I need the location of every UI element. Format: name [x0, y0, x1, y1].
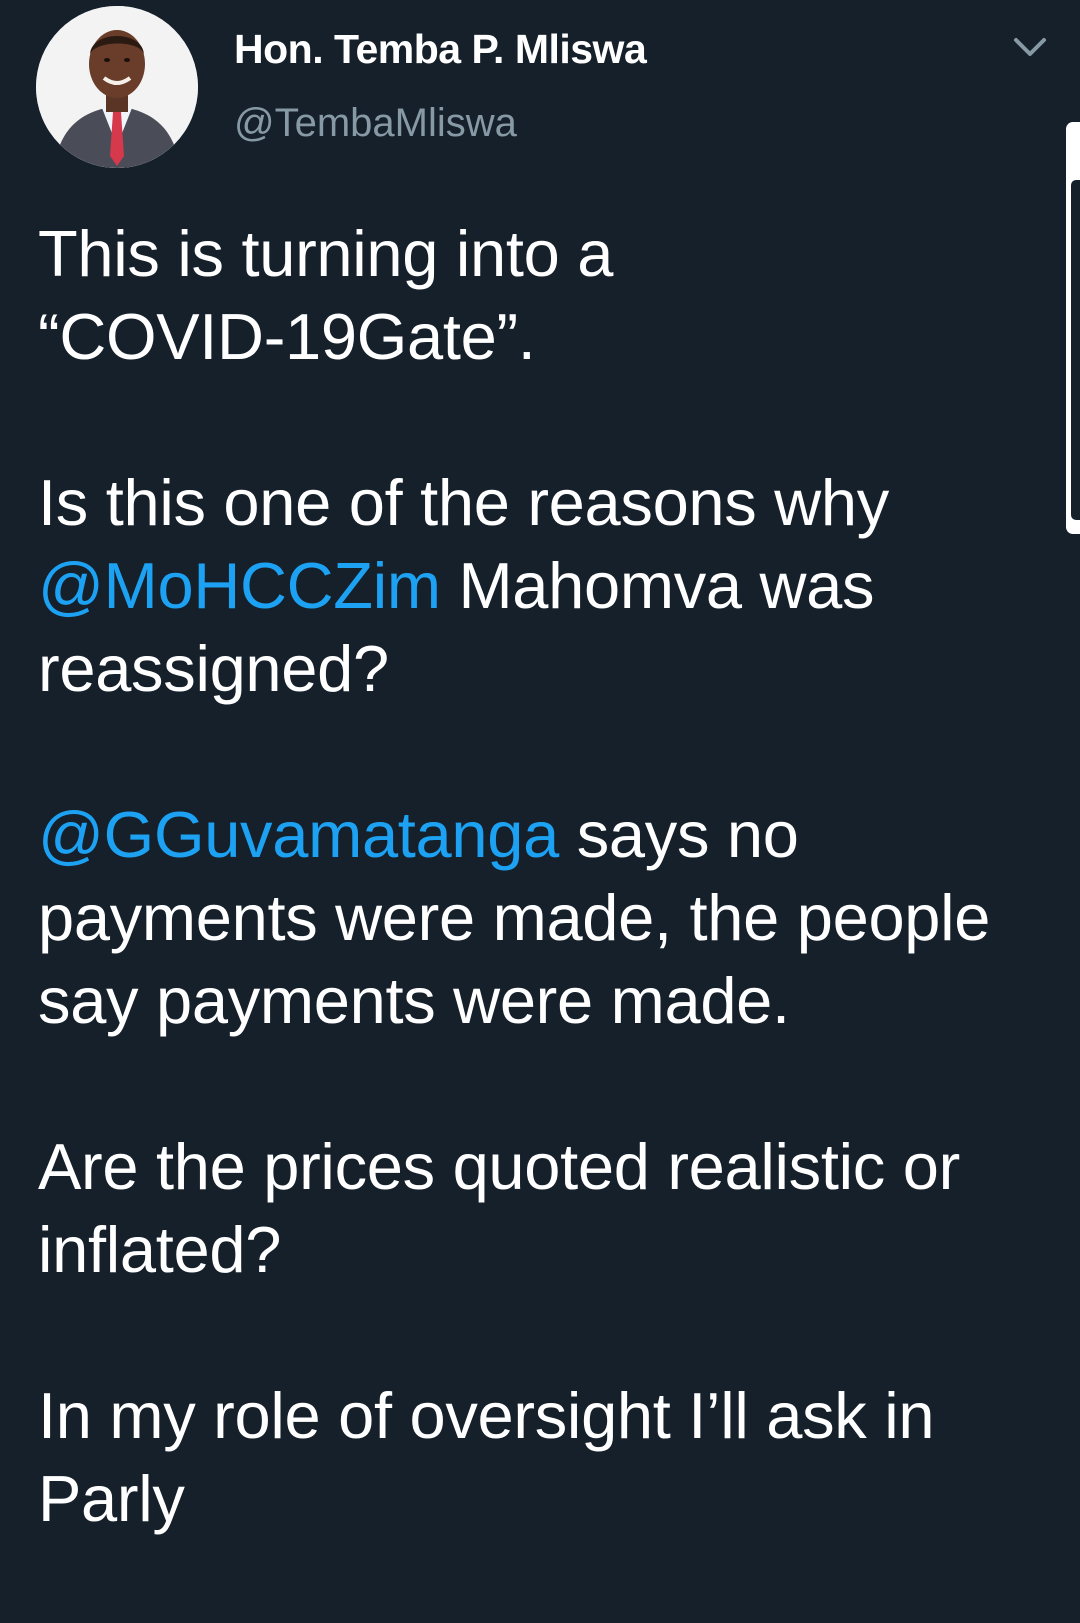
tweet-line: Are the prices quoted realistic or: [38, 1130, 960, 1203]
tweet-line: payments were made, the people: [38, 881, 991, 954]
tweet-paragraph: This is turning into a “COVID-19Gate”.: [38, 212, 1048, 378]
tweet-line: @MoHCCZim Mahomva was: [38, 544, 1048, 627]
tweet-line: say payments were made.: [38, 964, 790, 1037]
avatar[interactable]: [36, 6, 198, 168]
tweet-text: This is turning into a “COVID-19Gate”. I…: [38, 212, 1048, 1623]
tweet-text-segment: Mahomva was: [440, 549, 875, 622]
tweet-line: In my role of oversight I’ll ask in: [38, 1379, 935, 1452]
author-handle[interactable]: @TembaMliswa: [234, 101, 517, 146]
tweet-line: Parly: [38, 1462, 185, 1535]
tweet-text-segment: says no: [558, 798, 799, 871]
tweet-line: @GGuvamatanga says no: [38, 793, 1048, 876]
avatar-photo: [36, 6, 198, 168]
mention-link[interactable]: @MoHCCZim: [38, 549, 441, 622]
tweet-line: reassigned?: [38, 632, 389, 705]
author-display-name[interactable]: Hon. Temba P. Mliswa: [234, 26, 647, 73]
chevron-down-icon[interactable]: [1008, 30, 1052, 66]
tweet-line: inflated?: [38, 1213, 282, 1286]
tweet-paragraph: Is this one of the reasons why @MoHCCZim…: [38, 461, 1048, 710]
tweet-line: This is turning into a: [38, 217, 614, 290]
tweet-paragraph: In my role of oversight I’ll ask in Parl…: [38, 1374, 1048, 1540]
tweet-paragraph: Are the prices quoted realistic or infla…: [38, 1125, 1048, 1291]
tweet-line: “COVID-19Gate”.: [38, 300, 536, 373]
tweet-paragraph: @GGuvamatanga says no payments were made…: [38, 793, 1048, 1042]
tweet-line: Is this one of the reasons why: [38, 466, 889, 539]
scrollbar-thumb[interactable]: [1071, 180, 1080, 520]
tweet: Hon. Temba P. Mliswa @TembaMliswa This i…: [0, 0, 1080, 1535]
mention-link[interactable]: @GGuvamatanga: [38, 798, 559, 871]
